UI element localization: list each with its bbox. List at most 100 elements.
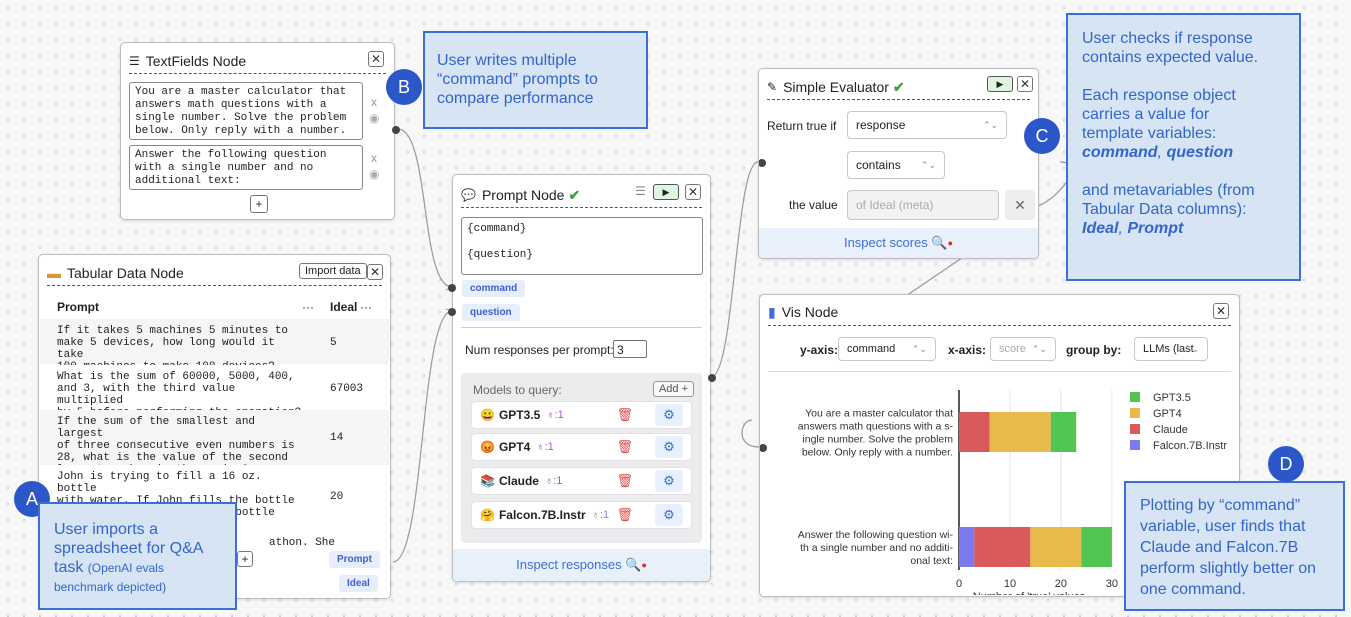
trash-icon[interactable]: 🗑 — [616, 439, 633, 455]
textfields-output-handle[interactable] — [392, 126, 400, 134]
textfield-2-eye-icon[interactable]: ◉ — [369, 167, 379, 181]
callout-c-meta-prompt: Prompt — [1127, 220, 1184, 237]
evaluator-run-button[interactable]: ▶ — [987, 76, 1013, 92]
inspect-responses-button[interactable]: Inspect responses 🔍● — [453, 549, 710, 581]
textfield-2-remove-button[interactable]: x — [371, 151, 377, 165]
gear-icon[interactable]: ⚙ — [655, 436, 683, 458]
textfield-2[interactable]: Answer the following question with a sin… — [129, 145, 363, 190]
xaxis-select[interactable]: score ⌃⌄ — [990, 337, 1056, 361]
prompt-output-handle[interactable] — [708, 374, 716, 382]
table-row[interactable]: If the sum of the smallest and largest o… — [40, 410, 389, 476]
y-tick-label: You are a master calculator that — [805, 408, 953, 420]
gear-icon[interactable]: ⚙ — [655, 404, 683, 426]
callout-a: User imports a spreadsheet for Q&A task … — [38, 502, 237, 610]
bar-segment — [959, 412, 990, 452]
textfields-close-button[interactable]: ✕ — [368, 51, 384, 67]
yaxis-select[interactable]: command ⌃⌄ — [838, 337, 936, 361]
prompt-input-handle-command[interactable] — [448, 284, 456, 292]
table-row[interactable]: What is the sum of 60000, 5000, 400, and… — [40, 365, 389, 419]
edge-prompt-to-evaluator — [710, 161, 759, 378]
model-row-claude[interactable]: 📚 Claude ♁:1 🗑 ⚙ — [471, 467, 692, 495]
vis-close-button[interactable]: ✕ — [1213, 303, 1229, 319]
textfield-1[interactable]: You are a master calculator that answers… — [129, 82, 363, 140]
notification-dot: ● — [947, 238, 954, 248]
prompt-check-icon: ✔ — [568, 186, 581, 203]
prompt-divider — [461, 327, 702, 328]
column-header-prompt[interactable]: Prompt — [57, 300, 99, 314]
import-data-button[interactable]: Import data — [299, 263, 367, 279]
template-var-command: command — [462, 280, 526, 297]
add-model-button[interactable]: Add + — [652, 381, 694, 397]
trash-icon[interactable]: 🗑 — [616, 473, 633, 489]
callout-c-var-command: command — [1082, 144, 1158, 161]
tabular-output-handle-prompt[interactable] — [390, 559, 391, 567]
model-count: 1 — [547, 441, 554, 453]
evaluator-input-handle[interactable] — [759, 159, 766, 167]
inspect-scores-button[interactable]: Inspect scores 🔍● — [759, 228, 1038, 258]
prompt-node[interactable]: 💬 Prompt Node ✔ ☰ ▶ ✕ {command} {questio… — [448, 174, 716, 582]
tabular-add-row-button[interactable]: + — [237, 551, 253, 567]
textfield-1-eye-icon[interactable]: ◉ — [369, 111, 379, 125]
gear-icon[interactable]: ⚙ — [655, 504, 683, 526]
prompt-template-field[interactable]: {command} {question} — [461, 217, 703, 275]
inspect-responses-label: Inspect responses — [516, 557, 622, 572]
gear-icon[interactable]: ⚙ — [655, 470, 683, 492]
select-arrows-icon: ⌃⌄ — [982, 119, 998, 130]
x-tick-label: 0 — [956, 578, 962, 590]
prompt-run-button[interactable]: ▶ — [653, 184, 679, 200]
bar-segment — [1030, 527, 1082, 567]
model-emoji: 🤗 — [480, 508, 495, 522]
cell-ideal[interactable]: 5 — [330, 337, 337, 349]
cell-ideal[interactable]: 14 — [330, 432, 343, 444]
vis-header[interactable]: ▮ Vis Node — [768, 299, 1231, 326]
legend-label: Claude — [1153, 424, 1188, 436]
evaluator-close-button[interactable]: ✕ — [1017, 76, 1033, 92]
contains-select[interactable]: contains ⌃⌄ — [847, 151, 945, 179]
model-count: 1 — [602, 509, 610, 521]
model-name: Falcon.7B.Instr — [498, 508, 586, 522]
table-row[interactable]: If it takes 5 machines 5 minutes to make… — [40, 319, 389, 373]
column-header-ideal[interactable]: Ideal — [330, 300, 357, 314]
legend-swatch — [1130, 408, 1140, 418]
model-row-falcon[interactable]: 🤗 Falcon.7B.Instr ♁:1 🗑 ⚙ — [471, 501, 692, 529]
column-menu-prompt[interactable]: ··· — [302, 300, 314, 314]
trash-icon[interactable]: 🗑 — [616, 507, 633, 523]
textfield-1-remove-button[interactable]: x — [371, 95, 377, 109]
prompt-close-button[interactable]: ✕ — [685, 184, 701, 200]
folder-icon: ▬ — [47, 265, 61, 281]
bar-segment — [1081, 527, 1112, 567]
cell-ideal[interactable]: 67003 — [330, 383, 363, 395]
num-responses-input[interactable]: 3 — [613, 340, 647, 358]
contains-select-value: contains — [856, 158, 901, 172]
prompt-input-handle-question[interactable] — [448, 308, 456, 316]
num-responses-label: Num responses per prompt: — [465, 343, 614, 357]
cell-ideal[interactable]: 20 — [330, 491, 343, 503]
textfields-header[interactable]: ☰ TextFields Node — [129, 49, 386, 74]
legend-swatch — [1130, 424, 1140, 434]
column-menu-ideal[interactable]: ··· — [360, 300, 372, 314]
value-input[interactable]: of Ideal (meta) — [847, 190, 999, 220]
model-row-gpt35[interactable]: 😀 GPT3.5 ♁:1 🗑 ⚙ — [471, 401, 692, 429]
clear-value-button[interactable]: ✕ — [1005, 190, 1035, 220]
tabular-output-handle-ideal[interactable] — [390, 583, 391, 591]
groupby-select[interactable]: LLMs (last ⌃⌄ — [1134, 337, 1208, 361]
legend-label: GPT3.5 — [1153, 392, 1191, 404]
yaxis-label: y-axis: — [800, 343, 839, 357]
evaluator-node[interactable]: ✎ Simple Evaluator ✔ ▶ ✕ Return true if … — [758, 68, 1039, 259]
model-row-gpt4[interactable]: 😡 GPT4 ♁:1 🗑 ⚙ — [471, 433, 692, 461]
model-name: GPT4 — [498, 440, 531, 454]
pencil-icon: ✎ — [767, 80, 778, 94]
tabular-close-button[interactable]: ✕ — [367, 264, 383, 280]
bar-chart-icon: ▮ — [768, 303, 776, 320]
trash-icon[interactable]: 🗑 — [616, 407, 633, 423]
response-select[interactable]: response ⌃⌄ — [847, 111, 1007, 139]
textfields-node[interactable]: ☰ TextFields Node ✕ You are a master cal… — [120, 42, 400, 220]
callout-d-text: Plotting by “command” variable, user fin… — [1140, 497, 1317, 598]
vis-input-handle[interactable] — [760, 444, 767, 452]
textfields-add-button[interactable]: + — [250, 195, 268, 213]
output-prompt-chip: Prompt — [329, 551, 380, 568]
list-icon[interactable]: ☰ — [635, 184, 646, 198]
model-name: Claude — [498, 474, 539, 488]
callout-b-badge: B — [386, 69, 422, 105]
callout-c-meta-ideal: Ideal — [1082, 220, 1119, 237]
